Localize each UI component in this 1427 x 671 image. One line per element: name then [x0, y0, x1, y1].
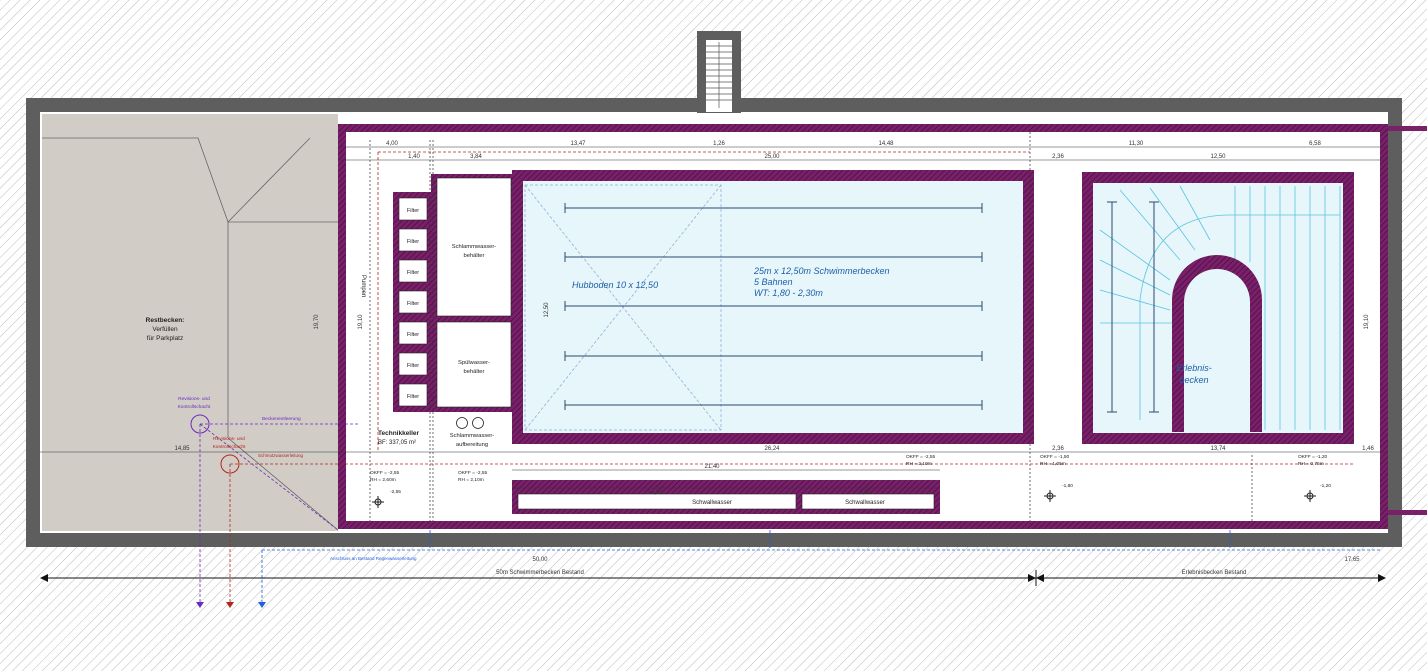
filter-label-1: Filter: [407, 208, 419, 214]
schlamm-label-2: behälter: [464, 253, 485, 259]
regenwasser-label: Anschluss an Bestand Regenwasserleitung: [330, 556, 417, 561]
dim-lower-4: 13,74: [1210, 446, 1226, 452]
dim-second-1: 1,40: [408, 154, 420, 160]
spuel-label-1: Spülwasser-: [458, 360, 490, 366]
dim-second-4: 2,36: [1052, 154, 1064, 160]
okff-5-l2: RH = 0,75m: [1298, 461, 1324, 467]
spuel-label-2: behälter: [464, 369, 485, 375]
pool-label-1: 25m x 12,50m Schwimmerbecken: [753, 266, 890, 276]
pool-label-3: WT: 1,80 - 2,30m: [754, 288, 823, 298]
aufbereitung-label-1: Schlammwasser-: [450, 433, 495, 439]
filter-label-7: Filter: [407, 394, 419, 400]
restbecken-line2: für Parkplatz: [147, 335, 184, 342]
restbecken-title: Restbecken:: [146, 317, 185, 324]
erlebnis-pool: [1093, 183, 1343, 433]
dim-vert-4: 19,10: [1364, 314, 1370, 330]
technik-area: BF: 337,05 m²: [378, 440, 416, 446]
dim-vert-2: 19,10: [358, 314, 364, 330]
schwallwasser-1: [517, 493, 797, 510]
pool-label-2: 5 Bahnen: [754, 277, 793, 287]
filter-label-3: Filter: [407, 270, 419, 276]
pipe-right-bottom: [1388, 510, 1427, 515]
dim-vert-3: 12,50: [544, 302, 550, 318]
okff-3-l2: RH = 2,10m: [906, 461, 932, 467]
hubboden-label: Hubboden 10 x 12,50: [572, 280, 658, 290]
dim-top-3: 1,26: [713, 141, 725, 147]
okff-4-l1: OKFF = -1,50: [1040, 454, 1070, 460]
level-1: -2,55: [390, 489, 401, 495]
dim-top-5: 11,30: [1129, 141, 1144, 147]
revision1-a: Revisions- und: [178, 396, 210, 402]
dim-second-2: 3,84: [470, 154, 482, 160]
schmutzwasser-label: Schmutzwasserleitung: [258, 453, 304, 458]
schwall-label-2: Schwallwasser: [845, 500, 885, 506]
okff-5-l1: OKFF = -1,20: [1298, 454, 1328, 460]
total-50-value: 50,00: [532, 557, 548, 563]
dim-channel-1: 21,40: [704, 464, 720, 470]
floor-plan: Restbecken: Verfüllen für Parkplatz Hubb…: [0, 0, 1427, 671]
dim-second-3: 25,00: [764, 154, 780, 160]
total-17-label: Erlebnisbecken Bestand: [1182, 570, 1247, 576]
dim-lower-3: 2,36: [1052, 446, 1064, 452]
revision2-b: Kontrollschacht: [213, 444, 246, 450]
filter-label-6: Filter: [407, 363, 419, 369]
dim-lower-1: 14,85: [174, 446, 190, 452]
okff-2-l2: RH = 2,10m: [458, 477, 484, 483]
pipe-right-top: [1388, 126, 1427, 131]
beckenentleerung-label: Beckenentleerung: [262, 416, 301, 422]
dim-lower-5: 1,46: [1362, 446, 1374, 452]
dim-lower-2: 26,24: [764, 446, 780, 452]
dim-second-5: 12,50: [1210, 154, 1226, 160]
dim-top-4: 14,48: [878, 141, 894, 147]
pumpen-label: Pumpen: [360, 275, 366, 297]
okff-2-l1: OKFF = -2,55: [458, 470, 488, 476]
okff-1-l1: OKFF = -2,55: [370, 470, 400, 476]
dim-top-1: 4,00: [386, 141, 398, 147]
okff-3-l1: OKFF = -2,55: [906, 454, 936, 460]
filter-label-4: Filter: [407, 301, 419, 307]
dim-top-6: 6,58: [1309, 141, 1321, 147]
dim-channel-2: 14,00: [647, 490, 663, 496]
dim-channel-3: 6,50: [859, 490, 871, 496]
level-3: -1,20: [1320, 483, 1331, 489]
dim-top-2: 13,47: [570, 141, 586, 147]
main-pool: [523, 181, 1023, 433]
total-50-label: 50m Schwimmerbecken Bestand: [496, 570, 584, 576]
revision2-a: Revisions- und: [213, 436, 245, 442]
erlebnis-label-1: Erlebnis-: [1176, 363, 1212, 373]
restbecken-line1: Verfüllen: [152, 326, 178, 333]
okff-1-l2: RH = 2,60m: [370, 477, 396, 483]
level-2: -1,80: [1062, 483, 1073, 489]
aufbereitung-label-2: aufbereitung: [456, 442, 488, 448]
schlamm-label-1: Schlammwasser-: [452, 244, 497, 250]
dim-vert-1: 19,70: [314, 314, 320, 330]
technik-title: Technikkeller: [378, 430, 420, 437]
filter-label-2: Filter: [407, 239, 419, 245]
revision1-b: Kontrollschacht: [178, 404, 211, 410]
restbecken-area: [42, 114, 338, 531]
schwall-label-1: Schwallwasser: [692, 500, 732, 506]
erlebnis-label-2: becken: [1179, 375, 1208, 385]
filter-label-5: Filter: [407, 332, 419, 338]
total-17-value: 17,65: [1344, 557, 1360, 563]
okff-4-l2: RH = 1,05m: [1040, 461, 1066, 467]
